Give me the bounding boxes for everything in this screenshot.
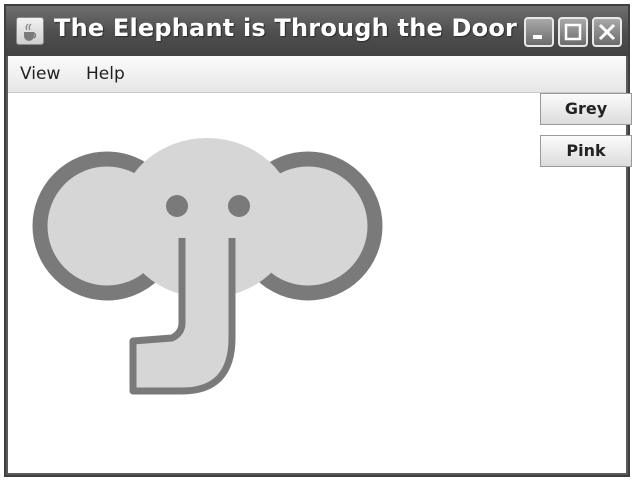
minimize-button[interactable] [524,17,554,47]
title-bar[interactable]: The Elephant is Through the Door [6,6,628,56]
maximize-button[interactable] [558,17,588,47]
minimize-icon [533,35,542,39]
menu-view[interactable]: View [20,64,60,84]
right-eye [228,195,250,217]
elephant-drawing [32,138,383,395]
maximize-icon [564,23,582,41]
drawing-panel: Grey Pink [8,93,632,473]
menu-bar: View Help [8,56,626,93]
close-icon [598,23,616,41]
java-cup-icon [16,17,44,45]
window-title: The Elephant is Through the Door [54,14,518,42]
close-button[interactable] [592,17,622,47]
pink-button[interactable]: Pink [540,135,632,167]
grey-button[interactable]: Grey [540,93,632,125]
left-eye [166,195,188,217]
app-window: The Elephant is Through the Door View He… [4,4,632,477]
menu-help[interactable]: Help [86,64,125,84]
